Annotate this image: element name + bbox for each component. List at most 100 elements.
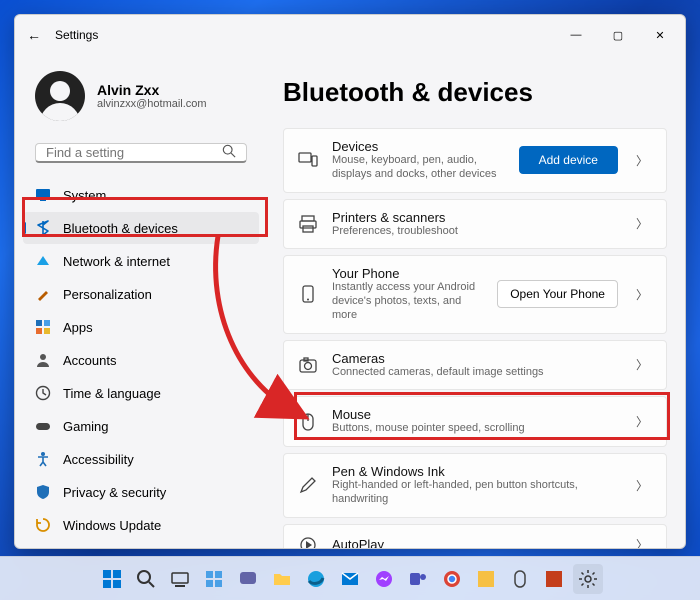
maximize-button[interactable]: ▢ (597, 20, 639, 50)
taskbar-settings[interactable] (573, 564, 603, 594)
devices-icon (298, 150, 318, 170)
chevron-right-icon: 〉 (632, 356, 652, 373)
minimize-button[interactable]: — (555, 20, 597, 50)
close-button[interactable]: ✕ (639, 20, 681, 50)
titlebar: ← Settings — ▢ ✕ (15, 15, 685, 55)
clock-icon (35, 385, 51, 401)
card-title: Cameras (332, 351, 604, 366)
sidebar-item-label: Gaming (63, 419, 109, 434)
chevron-right-icon: 〉 (632, 286, 652, 303)
main-panel: Bluetooth & devices DevicesMouse, keyboa… (265, 55, 685, 548)
card-desc: Connected cameras, default image setting… (332, 366, 604, 380)
sidebar-item-label: Accounts (63, 353, 116, 368)
chevron-right-icon: 〉 (632, 477, 652, 494)
app-title: Settings (55, 28, 98, 42)
sidebar-item-privacy-security[interactable]: Privacy & security (23, 476, 259, 508)
card-your-phone[interactable]: Your PhoneInstantly access your Android … (283, 255, 667, 333)
autoplay-icon (298, 535, 318, 549)
card-title: AutoPlay (332, 537, 604, 548)
taskbar-vscode[interactable] (471, 564, 501, 594)
sidebar-item-accessibility[interactable]: Accessibility (23, 443, 259, 475)
sidebar-item-accounts[interactable]: Accounts (23, 344, 259, 376)
card-autoplay[interactable]: AutoPlay 〉 (283, 524, 667, 549)
card-desc: Right-handed or left-handed, pen button … (332, 479, 604, 507)
page-title: Bluetooth & devices (283, 77, 667, 108)
card-mouse[interactable]: MouseButtons, mouse pointer speed, scrol… (283, 396, 667, 447)
sidebar-item-personalization[interactable]: Personalization (23, 278, 259, 310)
pen-icon (298, 475, 318, 495)
sidebar-item-time-language[interactable]: Time & language (23, 377, 259, 409)
taskbar-search[interactable] (131, 564, 161, 594)
taskbar-edge[interactable] (301, 564, 331, 594)
phone-icon (298, 284, 318, 304)
sidebar-item-gaming[interactable]: Gaming (23, 410, 259, 442)
sidebar-item-label: System (63, 188, 106, 203)
chevron-right-icon: 〉 (632, 536, 652, 548)
taskbar-messenger[interactable] (369, 564, 399, 594)
apps-icon (35, 319, 51, 335)
sidebar-item-label: Network & internet (63, 254, 170, 269)
taskbar-mouse-settings[interactable] (505, 564, 535, 594)
chevron-right-icon: 〉 (632, 152, 652, 169)
settings-window: ← Settings — ▢ ✕ Alvin Zxx alvinzxx@hotm… (14, 14, 686, 549)
profile-email: alvinzxx@hotmail.com (97, 98, 207, 110)
sidebar-item-label: Windows Update (63, 518, 161, 533)
profile-block[interactable]: Alvin Zxx alvinzxx@hotmail.com (23, 63, 259, 137)
card-desc: Buttons, mouse pointer speed, scrolling (332, 422, 604, 436)
taskbar-teams[interactable] (403, 564, 433, 594)
sidebar-item-windows-update[interactable]: Windows Update (23, 509, 259, 541)
printer-icon (298, 214, 318, 234)
sidebar: Alvin Zxx alvinzxx@hotmail.com System Blu… (15, 55, 265, 548)
card-desc: Instantly access your Android device's p… (332, 281, 483, 322)
chevron-right-icon: 〉 (632, 215, 652, 232)
avatar (35, 71, 85, 121)
sidebar-item-label: Personalization (63, 287, 152, 302)
profile-name: Alvin Zxx (97, 82, 207, 98)
camera-icon (298, 355, 318, 375)
accessibility-icon (35, 451, 51, 467)
taskbar-start[interactable] (97, 564, 127, 594)
wifi-icon (35, 253, 51, 269)
person-icon (35, 352, 51, 368)
nav-list: System Bluetooth & devices Network & inter… (23, 179, 259, 541)
back-button[interactable]: ← (19, 27, 49, 43)
taskbar-chrome[interactable] (437, 564, 467, 594)
brush-icon (35, 286, 51, 302)
sidebar-item-bluetooth-devices[interactable]: Bluetooth & devices (23, 212, 259, 244)
taskbar-widgets[interactable] (199, 564, 229, 594)
sidebar-item-label: Bluetooth & devices (63, 221, 178, 236)
sidebar-item-label: Time & language (63, 386, 161, 401)
taskbar-mail[interactable] (335, 564, 365, 594)
card-desc: Preferences, troubleshoot (332, 225, 604, 239)
card-title: Mouse (332, 407, 604, 422)
sidebar-item-label: Privacy & security (63, 485, 166, 500)
sidebar-item-system[interactable]: System (23, 179, 259, 211)
taskbar (0, 556, 700, 600)
mouse-icon (298, 412, 318, 432)
card-cameras[interactable]: CamerasConnected cameras, default image … (283, 340, 667, 391)
sidebar-item-label: Apps (63, 320, 93, 335)
card-printers-scanners[interactable]: Printers & scannersPreferences, troubles… (283, 199, 667, 250)
shield-icon (35, 484, 51, 500)
sidebar-item-label: Accessibility (63, 452, 134, 467)
card-title: Your Phone (332, 266, 483, 281)
display-icon (35, 187, 51, 203)
bluetooth-icon (35, 220, 51, 236)
sidebar-item-apps[interactable]: Apps (23, 311, 259, 343)
card-title: Printers & scanners (332, 210, 604, 225)
update-icon (35, 517, 51, 533)
taskbar-word[interactable] (539, 564, 569, 594)
card-pen-windows-ink[interactable]: Pen & Windows InkRight-handed or left-ha… (283, 453, 667, 518)
search-box[interactable] (35, 143, 247, 163)
taskbar-chat[interactable] (233, 564, 263, 594)
card-action-add-device[interactable]: Add device (519, 146, 618, 174)
gamepad-icon (35, 418, 51, 434)
taskbar-explorer[interactable] (267, 564, 297, 594)
search-input[interactable] (46, 145, 222, 160)
search-icon (222, 144, 236, 161)
card-devices[interactable]: DevicesMouse, keyboard, pen, audio, disp… (283, 128, 667, 193)
card-action-open-your-phone[interactable]: Open Your Phone (497, 280, 618, 308)
taskbar-taskview[interactable] (165, 564, 195, 594)
sidebar-item-network-internet[interactable]: Network & internet (23, 245, 259, 277)
card-title: Devices (332, 139, 505, 154)
